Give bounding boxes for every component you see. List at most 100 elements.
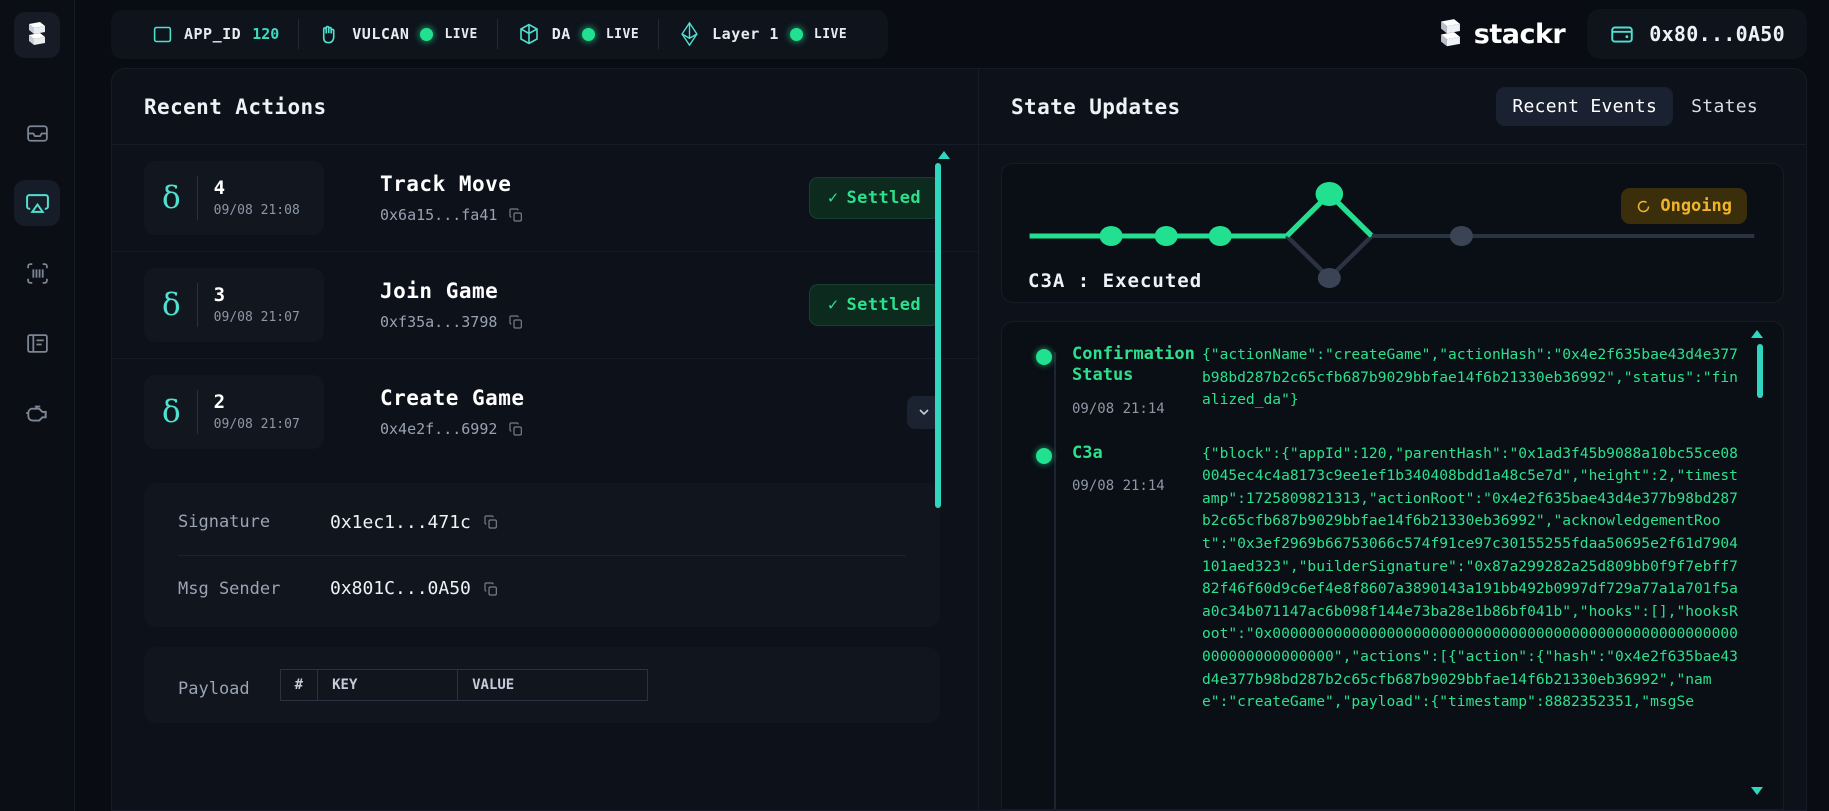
stackr-logo-icon xyxy=(1440,18,1460,46)
action-hash-row: 0xf35a...3798 xyxy=(380,313,809,331)
check-icon: ✓ xyxy=(827,188,839,208)
event-title: Confirmation Status xyxy=(1072,344,1195,386)
sidebar-item-airplay[interactable] xyxy=(14,180,60,226)
action-info: Create Game 0x4e2f...6992 xyxy=(324,386,907,438)
msg-sender-value: 0x801C...0A50 xyxy=(330,578,471,599)
action-time: 09/08 21:07 xyxy=(213,310,300,325)
network-status-pill: APP_ID 120 VULCAN LIVE DA LIVE Layer 1 L… xyxy=(111,9,889,59)
vertical-scrollbar[interactable] xyxy=(1757,344,1763,398)
wallet-button[interactable]: 0x80...0A50 xyxy=(1587,9,1807,59)
recent-actions-list[interactable]: δ 4 09/08 21:08 Track Move 0x6a15...fa41 xyxy=(112,145,978,810)
recent-actions-header: Recent Actions xyxy=(112,69,978,145)
detail-row-signature: Signature 0x1ec1...471c xyxy=(178,489,906,555)
action-id-card: δ 4 09/08 21:08 xyxy=(144,161,324,235)
copy-icon[interactable] xyxy=(508,314,524,330)
sidebar-logo[interactable] xyxy=(14,12,60,58)
wallet-address: 0x80...0A50 xyxy=(1649,22,1785,46)
scan-barcode-icon xyxy=(26,262,48,284)
copy-icon[interactable] xyxy=(508,421,524,437)
action-detail: Signature 0x1ec1...471c Msg Sender 0x801… xyxy=(112,465,978,723)
status-dot-vulcan xyxy=(420,27,434,41)
inbox-icon xyxy=(26,124,48,142)
flow-status-label: C3A : Executed xyxy=(1028,270,1203,292)
tab-states[interactable]: States xyxy=(1675,87,1774,126)
status-dot-layer-1 xyxy=(789,27,803,41)
action-info: Join Game 0xf35a...3798 xyxy=(324,279,809,331)
events-list[interactable]: Confirmation Status 09/08 21:14 {"action… xyxy=(1001,321,1784,810)
chip-da-label: DA xyxy=(551,25,571,43)
payload-card: Payload # KEY VALUE xyxy=(144,647,940,723)
chip-app-id-value: 120 xyxy=(252,25,280,43)
delta-icon: δ xyxy=(162,179,181,216)
chevron-down-icon xyxy=(918,409,929,416)
sidebar-item-inbox[interactable] xyxy=(14,110,60,156)
state-updates-header: State Updates Recent Events States xyxy=(979,69,1806,145)
table-row[interactable]: δ 3 09/08 21:07 Join Game 0xf35a...3798 xyxy=(112,252,978,359)
brand-name: stackr xyxy=(1473,18,1566,50)
copy-icon[interactable] xyxy=(483,581,499,597)
sidebar xyxy=(0,0,75,811)
copy-icon[interactable] xyxy=(483,514,499,530)
table-row[interactable]: δ 2 09/08 21:07 Create Game 0x4e2f...699… xyxy=(112,359,978,465)
event-time: 09/08 21:14 xyxy=(1072,400,1165,417)
event-dot xyxy=(1036,349,1052,365)
hand-icon xyxy=(323,25,335,43)
status-dot-da xyxy=(581,27,595,41)
sidebar-item-engine[interactable] xyxy=(14,390,60,436)
signature-value: 0x1ec1...471c xyxy=(330,511,471,533)
vertical-scrollbar[interactable] xyxy=(935,163,941,508)
event-title: C3a xyxy=(1072,442,1103,463)
table-row[interactable]: δ 4 09/08 21:08 Track Move 0x6a15...fa41 xyxy=(112,145,978,252)
detail-label: Msg Sender xyxy=(178,578,281,599)
action-time: 09/08 21:07 xyxy=(213,417,300,432)
book-icon xyxy=(26,333,48,353)
chip-vulcan[interactable]: VULCAN LIVE xyxy=(299,19,497,49)
chip-layer-1[interactable]: Layer 1 LIVE xyxy=(659,19,866,49)
action-id: 4 xyxy=(213,177,226,199)
action-name: Create Game xyxy=(380,386,525,410)
chip-da-status: LIVE xyxy=(605,26,640,42)
brand: stackr xyxy=(1437,18,1566,51)
list-item[interactable]: Confirmation Status 09/08 21:14 {"action… xyxy=(1002,344,1783,417)
sidebar-item-scan[interactable] xyxy=(14,250,60,296)
action-hash: 0x6a15...fa41 xyxy=(380,206,498,224)
action-id-card: δ 2 09/08 21:07 xyxy=(144,375,324,449)
chip-layer-1-status: LIVE xyxy=(813,26,848,42)
status-badge: ✓ Settled xyxy=(808,284,940,326)
delta-icon: δ xyxy=(162,286,181,323)
divider xyxy=(196,176,198,220)
chip-da[interactable]: DA LIVE xyxy=(498,19,658,49)
action-hash-row: 0x6a15...fa41 xyxy=(380,206,809,224)
event-meta: C3a 09/08 21:14 xyxy=(1052,443,1202,714)
scroll-up-arrow[interactable] xyxy=(1751,330,1763,338)
copy-icon[interactable] xyxy=(508,207,524,223)
list-item[interactable]: C3a 09/08 21:14 {"block":{"appId":120,"p… xyxy=(1002,443,1783,714)
check-icon: ✓ xyxy=(827,295,839,315)
action-hash: 0x4e2f...6992 xyxy=(380,420,498,438)
ongoing-label: Ongoing xyxy=(1660,196,1732,216)
action-id: 2 xyxy=(213,391,226,413)
payload-label: Payload xyxy=(178,679,250,699)
sidebar-item-book[interactable] xyxy=(14,320,60,366)
event-payload: {"actionName":"createGame","actionHash":… xyxy=(1202,346,1738,409)
tab-recent-events[interactable]: Recent Events xyxy=(1496,87,1674,126)
event-payload: {"block":{"appId":120,"parentHash":"0x1a… xyxy=(1202,444,1738,711)
action-detail-card: Signature 0x1ec1...471c Msg Sender 0x801… xyxy=(144,483,940,627)
ethereum-icon xyxy=(681,21,699,47)
scroll-down-arrow[interactable] xyxy=(1751,787,1763,795)
page-title: Recent Actions xyxy=(144,94,327,119)
action-name: Join Game xyxy=(380,279,499,303)
main-column: APP_ID 120 VULCAN LIVE DA LIVE Layer 1 L… xyxy=(75,0,1829,811)
app-window-icon xyxy=(153,26,172,42)
status-badge-ongoing: Ongoing xyxy=(1621,188,1747,224)
status-badge: ✓ Settled xyxy=(808,177,940,219)
status-badge-label: Settled xyxy=(846,295,921,315)
payload-col-value: VALUE xyxy=(457,669,649,701)
action-id: 3 xyxy=(213,284,226,306)
scroll-up-arrow[interactable] xyxy=(938,151,950,159)
recent-actions-panel: Recent Actions δ 4 09/08 21:08 Track Mov… xyxy=(111,68,978,811)
chip-app-id[interactable]: APP_ID 120 xyxy=(133,19,298,49)
event-time: 09/08 21:14 xyxy=(1072,477,1165,494)
stackr-logo-icon xyxy=(29,22,45,45)
chip-app-id-label: APP_ID xyxy=(184,25,242,43)
